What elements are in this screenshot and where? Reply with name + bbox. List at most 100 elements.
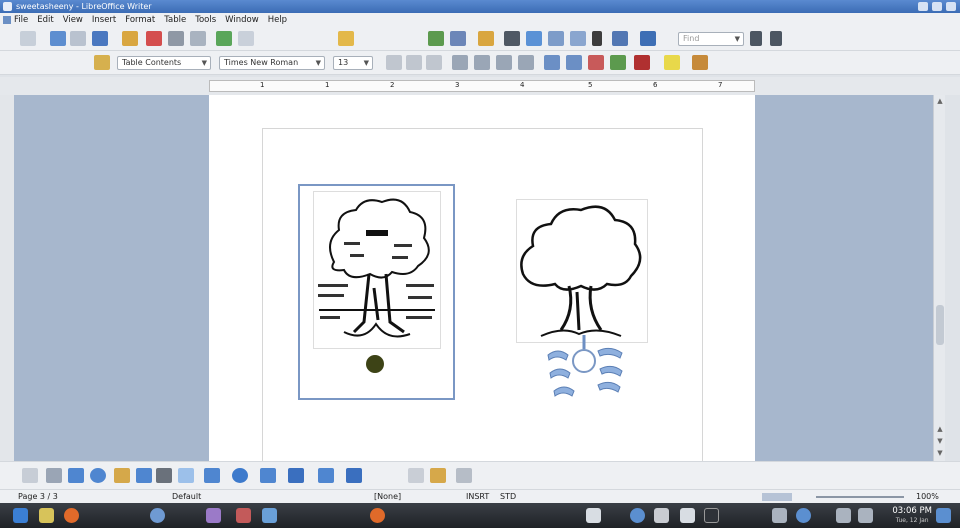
insert-mode[interactable]: INSRT bbox=[466, 490, 489, 503]
menu-file[interactable]: File bbox=[14, 15, 28, 25]
help-icon[interactable] bbox=[640, 31, 656, 46]
minimize-button[interactable] bbox=[918, 2, 928, 11]
menu-table[interactable]: Table bbox=[164, 15, 186, 25]
favorites-icon[interactable] bbox=[39, 508, 54, 523]
menu-tools[interactable]: Tools bbox=[195, 15, 216, 25]
close-button[interactable] bbox=[946, 2, 956, 11]
zoom-slider[interactable] bbox=[816, 496, 904, 498]
draw-functions-icon[interactable] bbox=[478, 31, 494, 46]
edit-mode-icon[interactable] bbox=[122, 31, 138, 46]
tray-icon[interactable] bbox=[630, 508, 645, 523]
find-previous-icon[interactable] bbox=[770, 31, 782, 46]
fontwork-icon[interactable] bbox=[408, 468, 424, 483]
scroll-down-icon[interactable]: ▼ bbox=[936, 449, 944, 457]
paragraph-style-select[interactable]: Table Contents ▼ bbox=[117, 56, 211, 70]
stars-icon[interactable] bbox=[346, 468, 362, 483]
save-as-icon[interactable] bbox=[70, 31, 86, 46]
anger-tree-image[interactable] bbox=[313, 191, 441, 349]
export-icon[interactable] bbox=[92, 31, 108, 46]
task-icon[interactable] bbox=[262, 508, 277, 523]
flowchart-icon[interactable] bbox=[288, 468, 304, 483]
new-document-icon[interactable] bbox=[20, 31, 36, 46]
find-input[interactable]: Find ▼ bbox=[678, 32, 744, 46]
anchor-dot[interactable] bbox=[366, 355, 384, 373]
menu-view[interactable]: View bbox=[63, 15, 83, 25]
page-count[interactable]: Page 3 / 3 bbox=[18, 490, 58, 503]
clock[interactable]: 03:06 PM Tue, 12 Jan bbox=[892, 506, 932, 526]
hyperlink-icon[interactable] bbox=[428, 31, 444, 46]
font-color-icon[interactable] bbox=[634, 55, 650, 70]
image-icon[interactable] bbox=[570, 31, 586, 46]
autospell-icon[interactable] bbox=[238, 31, 254, 46]
kde-menu-icon[interactable] bbox=[13, 508, 28, 523]
curve-icon[interactable] bbox=[136, 468, 152, 483]
battery-icon[interactable] bbox=[858, 508, 873, 523]
terminal-icon[interactable] bbox=[704, 508, 719, 523]
symbol-shapes-icon[interactable] bbox=[232, 468, 248, 483]
increase-indent-icon[interactable] bbox=[610, 55, 626, 70]
insert-frame-icon[interactable] bbox=[456, 468, 472, 483]
menu-format[interactable]: Format bbox=[125, 15, 155, 25]
task-icon[interactable] bbox=[206, 508, 221, 523]
spellcheck-icon[interactable] bbox=[216, 31, 232, 46]
firefox-task-icon[interactable] bbox=[370, 508, 385, 523]
maximize-button[interactable] bbox=[932, 2, 942, 11]
task-icon[interactable] bbox=[236, 508, 251, 523]
background-color-icon[interactable] bbox=[692, 55, 708, 70]
align-center-icon[interactable] bbox=[474, 55, 490, 70]
menu-help[interactable]: Help bbox=[268, 15, 287, 25]
tray-icon[interactable] bbox=[654, 508, 669, 523]
firefox-icon[interactable] bbox=[64, 508, 79, 523]
page-up-icon[interactable]: ▲ bbox=[936, 425, 944, 433]
font-name-select[interactable]: Times New Roman ▼ bbox=[219, 56, 325, 70]
styles-icon[interactable] bbox=[94, 55, 110, 70]
volume-icon[interactable] bbox=[836, 508, 851, 523]
page-down-icon[interactable]: ▼ bbox=[936, 437, 944, 445]
tray-icon[interactable] bbox=[680, 508, 695, 523]
tree-image[interactable] bbox=[516, 199, 648, 343]
menu-window[interactable]: Window bbox=[225, 15, 259, 25]
desktop-icon[interactable] bbox=[936, 508, 951, 523]
numbering-icon[interactable] bbox=[544, 55, 560, 70]
page-style[interactable]: Default bbox=[172, 490, 201, 503]
language[interactable]: [None] bbox=[374, 490, 401, 503]
bullets-icon[interactable] bbox=[566, 55, 582, 70]
vertical-scrollbar[interactable]: ▲ ▲ ▼ ▼ bbox=[933, 95, 945, 461]
task-icon[interactable] bbox=[150, 508, 165, 523]
find-replace-icon[interactable] bbox=[504, 31, 520, 46]
align-right-icon[interactable] bbox=[496, 55, 512, 70]
line-icon[interactable] bbox=[46, 468, 62, 483]
menu-edit[interactable]: Edit bbox=[37, 15, 53, 25]
clone-format-icon[interactable] bbox=[338, 31, 354, 46]
pilcrow-icon[interactable] bbox=[592, 31, 602, 46]
horizontal-ruler[interactable]: 1 1 2 3 4 5 6 7 bbox=[209, 80, 755, 92]
zoom-icon[interactable] bbox=[612, 31, 628, 46]
basic-shapes-icon[interactable] bbox=[204, 468, 220, 483]
callout-icon[interactable] bbox=[178, 468, 194, 483]
italic-icon[interactable] bbox=[406, 55, 422, 70]
tray-icon[interactable] bbox=[772, 508, 787, 523]
font-size-select[interactable]: 13 ▼ bbox=[333, 56, 373, 70]
align-left-icon[interactable] bbox=[452, 55, 468, 70]
justify-icon[interactable] bbox=[518, 55, 534, 70]
table-icon[interactable] bbox=[548, 31, 564, 46]
document-page[interactable] bbox=[209, 95, 755, 461]
extrusion-icon[interactable] bbox=[430, 468, 446, 483]
menu-insert[interactable]: Insert bbox=[92, 15, 116, 25]
find-next-icon[interactable] bbox=[750, 31, 762, 46]
export-pdf-icon[interactable] bbox=[146, 31, 162, 46]
save-icon[interactable] bbox=[50, 31, 66, 46]
roots-arrows-graphic[interactable] bbox=[534, 327, 634, 405]
highlight-icon[interactable] bbox=[664, 55, 680, 70]
zoom-level[interactable]: 100% bbox=[916, 490, 939, 503]
bold-icon[interactable] bbox=[386, 55, 402, 70]
scroll-up-icon[interactable]: ▲ bbox=[936, 97, 944, 105]
ellipse-icon[interactable] bbox=[90, 468, 106, 483]
text-icon[interactable] bbox=[156, 468, 172, 483]
selection-mode[interactable]: STD bbox=[500, 490, 516, 503]
tray-icon[interactable] bbox=[796, 508, 811, 523]
view-layout-icon[interactable] bbox=[762, 493, 792, 501]
polygon-icon[interactable] bbox=[114, 468, 130, 483]
navigator-icon[interactable] bbox=[450, 31, 466, 46]
block-arrows-icon[interactable] bbox=[260, 468, 276, 483]
